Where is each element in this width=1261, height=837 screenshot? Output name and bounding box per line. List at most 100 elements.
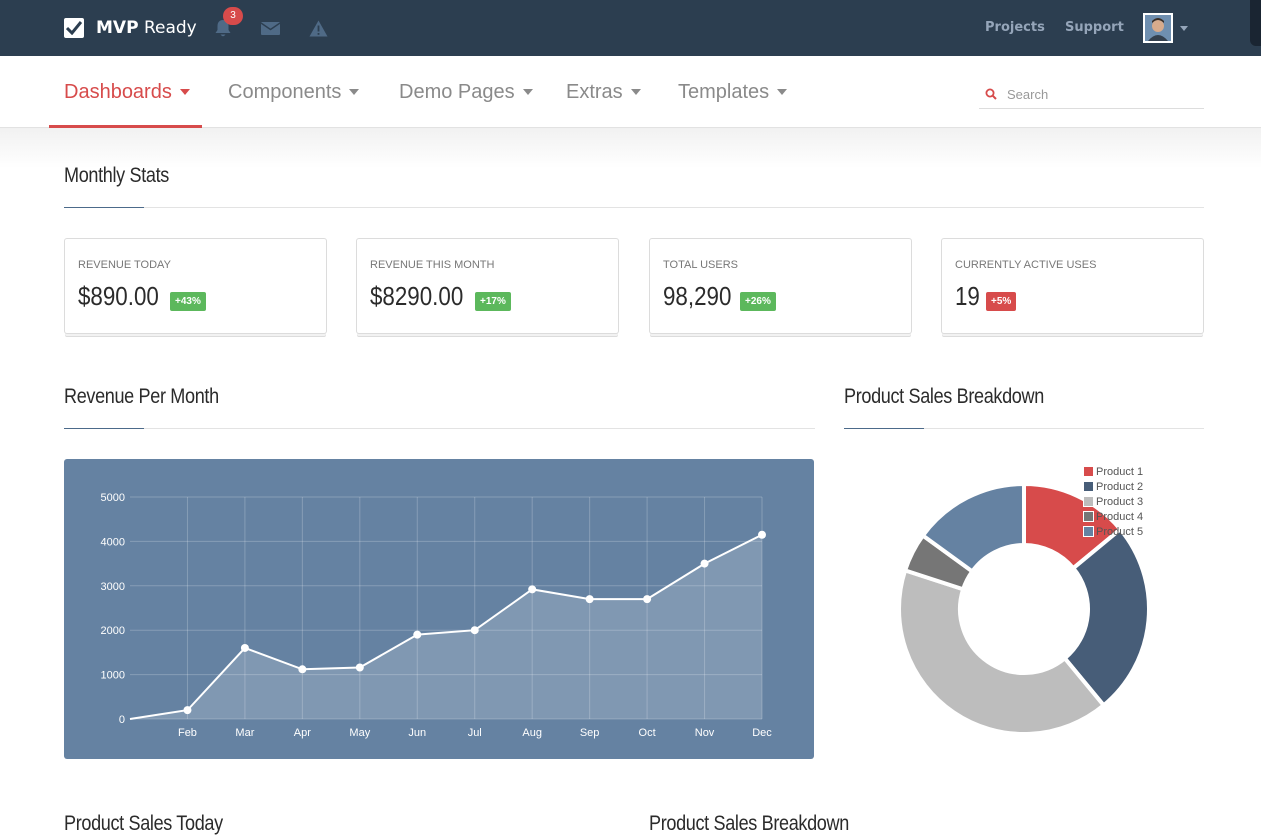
y-tick-label: 2000 bbox=[101, 625, 125, 637]
legend-item: Product 1 bbox=[1083, 464, 1143, 479]
revenue-line-chart: 0 1000 2000 3000 4000 5000 Feb Mar Apr May Jun Jul A… bbox=[64, 459, 814, 759]
section-divider-accent bbox=[844, 428, 924, 429]
x-tick-label: Feb bbox=[178, 727, 197, 739]
stat-value: $8290.00 bbox=[370, 281, 464, 311]
y-tick-label: 0 bbox=[119, 714, 125, 726]
section-divider bbox=[64, 428, 815, 429]
stat-change-badge: +43% bbox=[170, 292, 206, 311]
nav-extras[interactable]: Extras bbox=[566, 56, 641, 128]
legend-item: Product 4 bbox=[1083, 509, 1143, 524]
x-tick-label: Dec bbox=[752, 727, 772, 739]
x-tick-label: Aug bbox=[522, 727, 542, 739]
chevron-down-icon[interactable] bbox=[1180, 26, 1188, 31]
monthly-stats-heading: Monthly Stats bbox=[64, 164, 169, 187]
stat-label: REVENUE THIS MONTH bbox=[370, 259, 495, 271]
notification-count-badge: 3 bbox=[223, 7, 243, 25]
legend-swatch bbox=[1083, 511, 1094, 522]
nav-dashboards[interactable]: Dashboards bbox=[64, 56, 190, 128]
section-divider bbox=[64, 207, 1204, 208]
stat-label: CURRENTLY ACTIVE USES bbox=[955, 259, 1097, 271]
revenue-data-point[interactable] bbox=[585, 595, 594, 604]
stat-card-revenue-month: REVENUE THIS MONTH $8290.00 +17% bbox=[356, 238, 619, 334]
caret-down-icon bbox=[522, 89, 533, 95]
legend-swatch bbox=[1083, 466, 1094, 477]
revenue-data-point[interactable] bbox=[470, 626, 479, 635]
revenue-data-point[interactable] bbox=[298, 665, 307, 674]
x-tick-label: Jun bbox=[408, 727, 426, 739]
checkmark-icon bbox=[64, 18, 84, 38]
legend-swatch bbox=[1083, 526, 1094, 537]
revenue-data-point[interactable] bbox=[700, 559, 709, 568]
legend-label: Product 5 bbox=[1096, 525, 1144, 538]
stat-value: $890.00 bbox=[78, 281, 159, 311]
stat-value: 19 bbox=[955, 281, 980, 311]
stat-card-total-users: TOTAL USERS 98,290 +26% bbox=[649, 238, 912, 334]
revenue-data-point[interactable] bbox=[413, 630, 422, 639]
revenue-per-month-heading: Revenue Per Month bbox=[64, 385, 219, 408]
nav-components[interactable]: Components bbox=[228, 56, 360, 128]
stat-change-badge: +17% bbox=[475, 292, 511, 311]
y-tick-label: 5000 bbox=[101, 492, 125, 504]
y-tick-label: 4000 bbox=[101, 536, 125, 548]
projects-link[interactable]: Projects bbox=[985, 20, 1045, 35]
revenue-data-point[interactable] bbox=[183, 706, 192, 715]
revenue-data-point[interactable] bbox=[758, 530, 766, 539]
x-tick-label: Sep bbox=[580, 727, 600, 739]
warning-icon[interactable] bbox=[308, 18, 328, 38]
nav-templates[interactable]: Templates bbox=[678, 56, 788, 128]
caret-down-icon bbox=[630, 89, 641, 95]
x-tick-label: Mar bbox=[235, 727, 254, 739]
revenue-chart-svg: 0 1000 2000 3000 4000 5000 Feb Mar Apr May Jun Jul A… bbox=[101, 492, 773, 739]
stat-label: REVENUE TODAY bbox=[78, 259, 171, 271]
stat-card-revenue-today: REVENUE TODAY $890.00 +43% bbox=[64, 238, 327, 334]
stat-change-badge: +26% bbox=[740, 292, 776, 311]
product-sales-donut-chart bbox=[844, 440, 1204, 760]
product-sales-breakdown-heading-2: Product Sales Breakdown bbox=[649, 812, 849, 835]
x-tick-label: Apr bbox=[294, 727, 311, 739]
legend-label: Product 4 bbox=[1096, 510, 1144, 523]
x-tick-label: Oct bbox=[639, 727, 656, 739]
donut-chart-svg bbox=[897, 481, 1151, 736]
section-divider-accent bbox=[64, 428, 144, 429]
donut-legend: Product 1 Product 2 Product 3 Product 4 Prod… bbox=[1083, 464, 1143, 539]
caret-down-icon bbox=[179, 89, 190, 95]
search-input[interactable] bbox=[1007, 86, 1197, 102]
nav-demo-pages[interactable]: Demo Pages bbox=[399, 56, 533, 128]
y-tick-label: 3000 bbox=[101, 581, 125, 593]
section-divider-accent bbox=[64, 207, 144, 208]
legend-label: Product 2 bbox=[1096, 480, 1144, 493]
legend-swatch bbox=[1083, 496, 1094, 507]
search-icon bbox=[985, 88, 997, 100]
legend-label: Product 3 bbox=[1096, 495, 1144, 508]
top-bar: MVP Ready 3 Projects Support bbox=[0, 0, 1261, 56]
user-avatar[interactable] bbox=[1143, 13, 1173, 43]
brand-logo[interactable]: MVP Ready bbox=[64, 17, 197, 39]
caret-down-icon bbox=[777, 89, 788, 95]
legend-item: Product 3 bbox=[1083, 494, 1143, 509]
revenue-data-point[interactable] bbox=[528, 585, 537, 594]
y-tick-label: 1000 bbox=[101, 670, 125, 682]
product-sales-breakdown-heading: Product Sales Breakdown bbox=[844, 385, 1044, 408]
product-sales-today-heading: Product Sales Today bbox=[64, 812, 223, 835]
support-link[interactable]: Support bbox=[1065, 20, 1124, 35]
revenue-area-fill bbox=[130, 534, 762, 719]
header-shadow bbox=[0, 128, 1261, 168]
stat-change-badge: +5% bbox=[986, 292, 1017, 311]
brand-name: MVP Ready bbox=[96, 18, 197, 38]
x-tick-label: Jul bbox=[468, 727, 482, 739]
stat-label: TOTAL USERS bbox=[663, 259, 738, 271]
caret-down-icon bbox=[349, 89, 360, 95]
legend-label: Product 1 bbox=[1096, 465, 1144, 478]
legend-swatch bbox=[1083, 481, 1094, 492]
scrollbar[interactable] bbox=[1250, 0, 1261, 46]
revenue-data-point[interactable] bbox=[355, 663, 364, 672]
x-tick-label: Nov bbox=[695, 727, 715, 739]
legend-item: Product 5 bbox=[1083, 524, 1143, 539]
stat-card-active-users: CURRENTLY ACTIVE USES 19 +5% bbox=[941, 238, 1204, 334]
search-box[interactable] bbox=[979, 80, 1204, 109]
x-tick-label: May bbox=[349, 727, 370, 739]
revenue-data-point[interactable] bbox=[643, 595, 652, 604]
envelope-icon[interactable] bbox=[260, 18, 280, 38]
legend-item: Product 2 bbox=[1083, 479, 1143, 494]
revenue-data-point[interactable] bbox=[240, 643, 249, 652]
